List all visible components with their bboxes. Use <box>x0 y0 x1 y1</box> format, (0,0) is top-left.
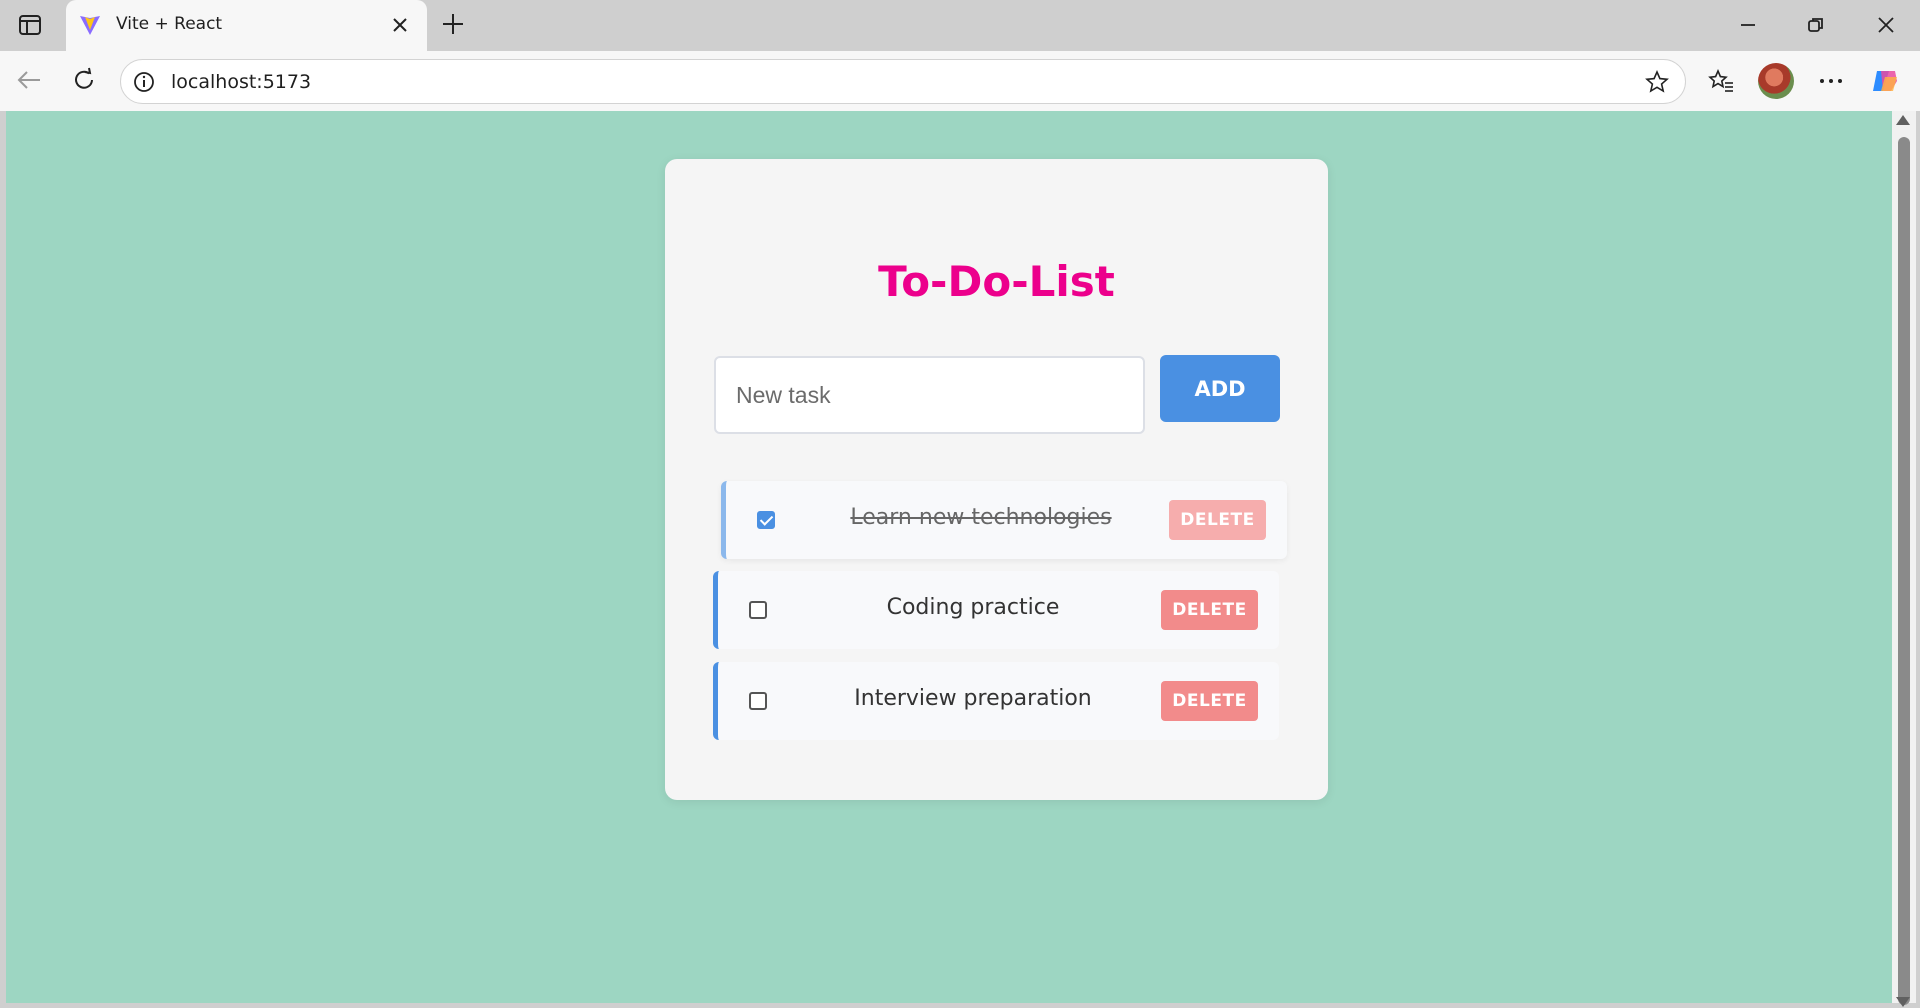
task-item: Interview preparation DELETE <box>713 662 1279 740</box>
more-options-icon[interactable] <box>1814 64 1848 98</box>
delete-button[interactable]: DELETE <box>1161 681 1258 721</box>
url-text: localhost:5173 <box>171 71 312 93</box>
close-window-icon[interactable] <box>1870 10 1902 40</box>
restore-icon[interactable] <box>1800 10 1832 40</box>
favorite-star-icon[interactable] <box>1645 70 1669 99</box>
close-tab-icon[interactable] <box>390 15 410 35</box>
tab-title: Vite + React <box>116 14 223 34</box>
scroll-thumb[interactable] <box>1898 137 1910 1005</box>
new-task-input[interactable] <box>714 356 1145 434</box>
site-info-icon[interactable] <box>133 71 155 98</box>
profile-avatar[interactable] <box>1758 63 1794 99</box>
task-label: Learn new technologies <box>850 505 1112 530</box>
task-checkbox[interactable] <box>749 692 767 710</box>
task-label: Interview preparation <box>854 686 1092 711</box>
browser-tab[interactable]: Vite + React <box>66 0 427 51</box>
favorites-icon[interactable] <box>1704 64 1738 98</box>
address-bar[interactable]: localhost:5173 <box>120 59 1686 104</box>
reload-icon[interactable] <box>67 63 101 97</box>
scroll-down-arrow-icon[interactable] <box>1896 997 1910 1007</box>
vertical-scrollbar[interactable] <box>1892 111 1916 1007</box>
app-title: To-Do-List <box>878 257 1115 306</box>
task-item: Coding practice DELETE <box>713 571 1279 649</box>
vite-logo-icon <box>78 13 102 42</box>
task-checkbox[interactable] <box>757 511 775 529</box>
task-label: Coding practice <box>886 595 1060 620</box>
new-tab-icon[interactable] <box>440 11 466 37</box>
add-button[interactable]: ADD <box>1160 355 1280 422</box>
todo-card: To-Do-List ADD Learn new technologies DE… <box>665 159 1328 800</box>
delete-button[interactable]: DELETE <box>1169 500 1266 540</box>
scroll-up-arrow-icon[interactable] <box>1896 115 1910 125</box>
task-item: Learn new technologies DELETE <box>721 481 1287 559</box>
minimize-icon[interactable] <box>1732 10 1764 40</box>
back-arrow-icon[interactable] <box>12 63 46 97</box>
copilot-icon[interactable] <box>1868 64 1902 98</box>
sidebar-toggle-icon[interactable] <box>16 12 44 38</box>
browser-title-bar: Vite + React <box>0 0 1920 51</box>
browser-toolbar: localhost:5173 <box>0 51 1920 111</box>
delete-button[interactable]: DELETE <box>1161 590 1258 630</box>
task-checkbox[interactable] <box>749 601 767 619</box>
